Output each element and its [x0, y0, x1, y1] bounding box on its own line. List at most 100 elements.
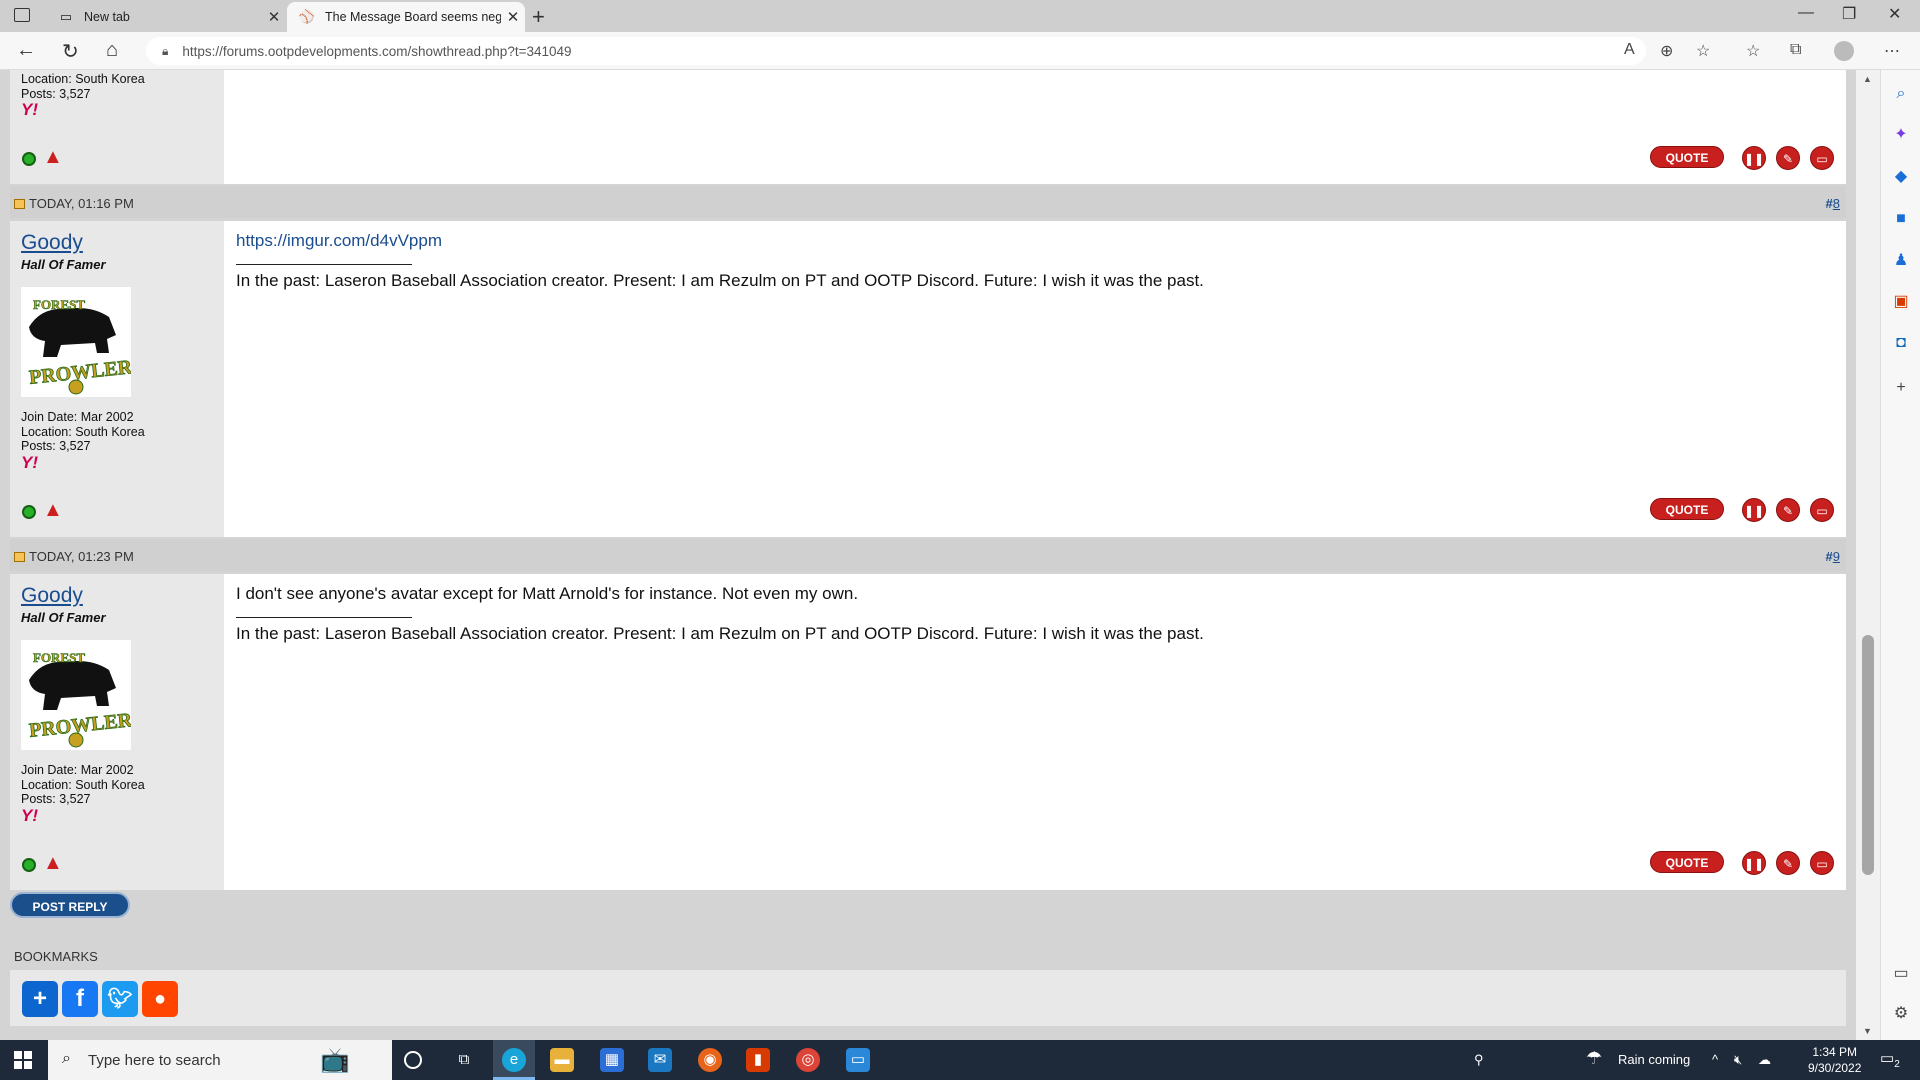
reply-icon[interactable]: ▭ — [1810, 498, 1834, 522]
close-tab-icon[interactable]: ✕ — [501, 8, 525, 26]
new-tab-button[interactable]: + — [532, 4, 545, 30]
minimize-icon[interactable]: — — [1798, 4, 1814, 22]
weather-umbrella-icon[interactable]: ☂ — [1586, 1048, 1602, 1069]
zoom-icon[interactable]: ⊕ — [1660, 41, 1673, 61]
post-number-link[interactable]: #8 — [1826, 196, 1840, 211]
search-icon[interactable]: ⌕ — [1891, 84, 1911, 104]
quote-button[interactable]: QUOTE — [1650, 498, 1724, 520]
people-icon[interactable]: ⚲ — [1474, 1052, 1484, 1068]
online-status-icon — [22, 152, 36, 166]
tab-actions-icon[interactable] — [14, 8, 30, 22]
url-text: https://forums.ootpdevelopments.com/show… — [182, 43, 572, 59]
search-icon: ⌕ — [62, 1050, 71, 1067]
avatar[interactable]: FOREST PROWLERS — [21, 287, 145, 397]
multi-quote-icon[interactable]: ❚❚ — [1742, 498, 1766, 522]
task-view-icon[interactable]: ⧉ — [452, 1048, 476, 1072]
report-icon[interactable]: ▲ — [43, 852, 63, 875]
report-icon[interactable]: ▲ — [43, 499, 63, 522]
tab-new-tab[interactable]: ▭ New tab ✕ — [46, 2, 286, 32]
close-window-icon[interactable]: ✕ — [1888, 4, 1901, 24]
bookmarks-label: BOOKMARKS — [14, 949, 98, 964]
edit-icon[interactable]: ✎ — [1776, 498, 1800, 522]
twitter-icon[interactable]: 🐦︎ — [102, 981, 138, 1017]
post-number-link[interactable]: #9 — [1826, 549, 1840, 564]
edit-icon[interactable]: ✎ — [1776, 851, 1800, 875]
edge-icon[interactable]: e — [502, 1048, 526, 1072]
yahoo-icon[interactable]: Y! — [21, 453, 38, 473]
read-aloud-icon[interactable]: A — [1624, 41, 1635, 59]
svg-text:FOREST: FOREST — [33, 650, 85, 665]
profile-avatar[interactable] — [1834, 41, 1854, 61]
share-plus-icon[interactable]: + — [22, 981, 58, 1017]
firefox-icon[interactable]: ◉ — [698, 1048, 722, 1072]
post-message: https://imgur.com/d4vVppm In the past: L… — [236, 231, 1836, 291]
office-icon[interactable]: ▮ — [746, 1048, 770, 1072]
file-explorer-icon[interactable]: ▬ — [550, 1048, 574, 1072]
home-icon[interactable]: ⌂ — [106, 39, 118, 62]
online-status-icon — [22, 858, 36, 872]
outlook-icon[interactable]: ◘ — [1891, 333, 1911, 353]
post-8: Goody Hall Of Famer FOREST PROWLERS Join… — [10, 221, 1846, 537]
volume-muted-icon[interactable]: 🔇︎ — [1734, 1052, 1742, 1068]
vertical-scrollbar[interactable]: ▲ ▼ — [1856, 70, 1880, 1040]
notifications-icon[interactable]: ▭2 — [1880, 1049, 1900, 1070]
scroll-thumb[interactable] — [1862, 635, 1874, 875]
post-date: TODAY, 01:23 PM — [29, 549, 134, 564]
url-field[interactable]: 🔒︎ https://forums.ootpdevelopments.com/s… — [146, 37, 1646, 65]
shopping-icon[interactable]: ◆ — [1891, 167, 1911, 187]
clock-time: 1:34 PM — [1812, 1045, 1858, 1059]
scroll-up-icon[interactable]: ▲ — [1863, 74, 1872, 84]
close-tab-icon[interactable]: ✕ — [262, 8, 286, 26]
hide-sidebar-icon[interactable]: ▭ — [1891, 964, 1911, 984]
facebook-icon[interactable]: f — [62, 981, 98, 1017]
report-icon[interactable]: ▲ — [43, 146, 63, 169]
weather-text[interactable]: Rain coming — [1618, 1052, 1690, 1067]
avatar[interactable]: FOREST PROWLERS — [21, 640, 145, 750]
scroll-down-icon[interactable]: ▼ — [1863, 1026, 1872, 1036]
add-favorite-icon[interactable]: ☆ — [1696, 41, 1710, 61]
reply-icon[interactable]: ▭ — [1810, 146, 1834, 170]
lock-icon[interactable]: 🔒︎ — [162, 44, 168, 59]
post-7: Location: South Korea Posts: 3,527 Y! ▲ … — [10, 70, 1846, 184]
back-icon[interactable]: ← — [16, 39, 36, 62]
games-icon[interactable]: ♟ — [1891, 251, 1911, 271]
more-menu-icon[interactable]: ⋯ — [1884, 41, 1900, 61]
post-message: I don't see anyone's avatar except for M… — [236, 584, 1836, 644]
office-icon[interactable]: ▣ — [1891, 292, 1911, 312]
discover-icon[interactable]: ✦ — [1891, 125, 1911, 145]
quote-button[interactable]: QUOTE — [1650, 851, 1724, 873]
app-window-icon[interactable]: ▭ — [846, 1048, 870, 1072]
taskbar-search-field[interactable]: ⌕ Type here to search 📺 — [48, 1040, 392, 1080]
favorites-icon[interactable]: ☆ — [1746, 41, 1760, 61]
settings-gear-icon[interactable]: ⚙ — [1891, 1004, 1911, 1024]
edit-icon[interactable]: ✎ — [1776, 146, 1800, 170]
collections-icon[interactable]: ⧉ — [1790, 41, 1801, 59]
add-sidebar-icon[interactable]: + — [1891, 378, 1911, 398]
windows-start-icon[interactable] — [14, 1051, 32, 1069]
quote-button[interactable]: QUOTE — [1650, 146, 1724, 168]
reply-icon[interactable]: ▭ — [1810, 851, 1834, 875]
post-reply-button[interactable]: POST REPLY — [10, 892, 130, 918]
username-link[interactable]: Goody — [21, 231, 83, 255]
refresh-icon[interactable]: ↻ — [62, 39, 79, 64]
post-buttons: QUOTE ❚❚ ✎ ▭ — [1644, 146, 1834, 170]
reddit-icon[interactable]: ● — [142, 981, 178, 1017]
cortana-icon[interactable] — [404, 1051, 422, 1069]
tab-message-board[interactable]: ⚾ The Message Board seems negle ✕ — [287, 2, 525, 32]
multi-quote-icon[interactable]: ❚❚ — [1742, 851, 1766, 875]
clock[interactable]: 1:34 PM 9/30/2022 — [1808, 1044, 1861, 1076]
tools-icon[interactable]: ■ — [1891, 209, 1911, 229]
multi-quote-icon[interactable]: ❚❚ — [1742, 146, 1766, 170]
search-placeholder: Type here to search — [88, 1051, 221, 1069]
mail-icon[interactable]: ✉ — [648, 1048, 672, 1072]
yahoo-icon[interactable]: Y! — [21, 100, 38, 120]
onedrive-icon[interactable]: ☁ — [1758, 1052, 1771, 1068]
restore-icon[interactable]: ❐ — [1842, 4, 1856, 24]
user-location: Location: South Korea — [21, 424, 145, 439]
show-hidden-icons-icon[interactable]: ^ — [1712, 1052, 1718, 1067]
imgur-link[interactable]: https://imgur.com/d4vVppm — [236, 231, 442, 250]
store-icon[interactable]: ▦ — [600, 1048, 624, 1072]
yahoo-icon[interactable]: Y! — [21, 806, 38, 826]
username-link[interactable]: Goody — [21, 584, 83, 608]
chrome-icon[interactable]: ◎ — [796, 1048, 820, 1072]
